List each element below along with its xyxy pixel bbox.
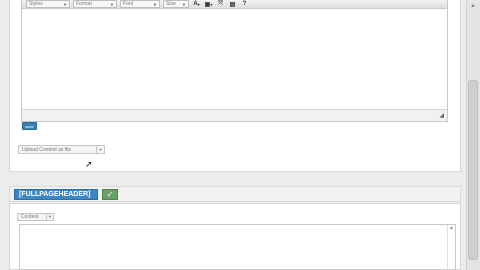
styles-label: Styles (29, 1, 43, 7)
content-type-select[interactable]: Content ▼ (17, 213, 54, 221)
background-color-icon[interactable]: ▣ ▾ (204, 0, 213, 8)
save-button[interactable]: save (22, 122, 37, 130)
size-label: Size (166, 1, 176, 7)
resize-grip-icon[interactable]: ◢ (439, 112, 444, 119)
upload-content-label: Upload Content as file (22, 146, 72, 153)
scrollbar-thumb[interactable] (468, 80, 478, 260)
editor-status-bar: ◢ (22, 109, 447, 121)
checkmark-icon[interactable]: ✓ (102, 189, 118, 200)
section-header: [FULLPAGEHEADER] ✓ (9, 186, 461, 202)
format-label: Format (76, 1, 92, 7)
content-type-label: Content (21, 214, 39, 220)
font-label: Font (123, 1, 134, 7)
page-frame: Styles ▼ Format ▼ Font ▼ Size ▼ A ▾ ▣ ▾ ⤧ … (0, 0, 466, 270)
upload-content-select[interactable]: Upload Content as file ▼ (18, 145, 105, 154)
page-scrollbar[interactable]: ▲ (466, 0, 480, 270)
section-tag[interactable]: [FULLPAGEHEADER] (14, 189, 98, 200)
mouse-pointer-icon: ➚ (85, 159, 93, 169)
chevron-down-icon: ▼ (96, 146, 104, 153)
maximize-icon[interactable]: ⤧ (216, 0, 225, 8)
chevron-down-icon: ▼ (110, 1, 114, 7)
size-dropdown[interactable]: Size ▼ (163, 0, 189, 8)
textarea-scrollbar[interactable]: ▲ (447, 225, 455, 269)
editor-toolbar: Styles ▼ Format ▼ Font ▼ Size ▼ A ▾ ▣ ▾ ⤧ … (22, 0, 447, 9)
text-color-icon[interactable]: A ▾ (192, 0, 201, 8)
chevron-down-icon: ▼ (182, 1, 186, 7)
chevron-down-icon: ▼ (46, 214, 53, 220)
help-icon[interactable]: ? (240, 0, 249, 8)
section-text-area[interactable]: ▲ (19, 224, 456, 270)
scroll-up-icon[interactable]: ▲ (469, 2, 477, 10)
format-dropdown[interactable]: Format ▼ (73, 0, 117, 8)
styles-dropdown[interactable]: Styles ▼ (26, 0, 70, 8)
chevron-down-icon: ▼ (63, 1, 67, 7)
show-blocks-icon[interactable]: ▤ (228, 0, 237, 8)
font-dropdown[interactable]: Font ▼ (120, 0, 160, 8)
chevron-down-icon: ▼ (153, 1, 157, 7)
rich-text-editor[interactable]: Styles ▼ Format ▼ Font ▼ Size ▼ A ▾ ▣ ▾ ⤧ … (21, 0, 448, 122)
